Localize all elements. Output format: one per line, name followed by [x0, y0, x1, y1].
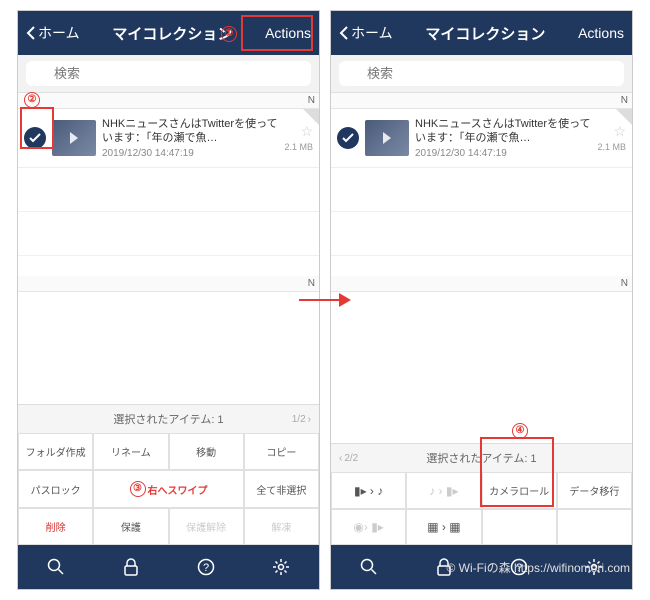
action-extract[interactable]: 解凍 — [244, 508, 319, 545]
star-icon[interactable]: ☆ — [613, 123, 626, 140]
content-list: N NHKニュースさんはTwitterを使っています：「年の瀬で魚… 2019/… — [331, 93, 632, 443]
video-thumbnail — [52, 120, 96, 156]
chevron-left-icon — [339, 26, 349, 40]
nav-settings-icon[interactable] — [584, 557, 604, 577]
item-date: 2019/12/30 14:47:19 — [415, 148, 591, 159]
search-bar — [18, 55, 319, 93]
checkbox-checked[interactable] — [337, 127, 359, 149]
nav-header: ホーム マイコレクション Actions — [18, 11, 319, 55]
action-empty — [482, 509, 557, 545]
action-rename[interactable]: リネーム — [93, 433, 168, 470]
check-icon — [29, 133, 41, 143]
nav-help-icon[interactable]: ? — [196, 557, 216, 577]
search-input[interactable] — [26, 61, 311, 86]
page-title: マイコレクション — [393, 23, 578, 44]
action-deselect-all[interactable]: 全て非選択 — [244, 470, 319, 508]
section-header: N — [331, 93, 632, 109]
actions-button[interactable]: Actions — [578, 25, 624, 41]
play-icon — [383, 132, 391, 144]
nav-settings-icon[interactable] — [271, 557, 291, 577]
nav-lock-icon[interactable] — [434, 557, 454, 577]
content-list: N ② NHKニュースさんはTwitterを使っています：「年の瀬で魚… 201… — [18, 93, 319, 404]
action-delete[interactable]: 削除 — [18, 508, 93, 545]
action-data-transfer[interactable]: データ移行 — [557, 472, 632, 509]
nav-lock-icon[interactable] — [121, 557, 141, 577]
svg-text:?: ? — [203, 562, 209, 574]
actions-button[interactable]: Actions — [265, 25, 311, 41]
search-bar — [331, 55, 632, 93]
corner-fold-icon — [303, 109, 319, 125]
nav-search-icon[interactable] — [46, 557, 66, 577]
pager[interactable]: 1/2› — [292, 414, 311, 425]
action-move[interactable]: 移動 — [169, 433, 244, 470]
action-swipe-label: ③右へスワイプ — [93, 470, 244, 508]
action-video-to-audio[interactable]: ▮▸ › ♪ — [331, 472, 406, 509]
back-button[interactable]: ホーム — [26, 23, 80, 43]
search-input[interactable] — [339, 61, 624, 86]
section-header-2: N — [331, 276, 632, 292]
action-panel: ‹2/2 選択されたアイテム: 1 ④ ▮▸ › ♪ ♪ › ▮▸ カメラロール… — [331, 443, 632, 545]
item-size: 2.1 MB — [597, 142, 626, 152]
action-grid-convert[interactable]: ▦ › ▦ — [406, 509, 481, 545]
phone-right: ホーム マイコレクション Actions N NHKニュ — [330, 10, 633, 590]
nav-header: ホーム マイコレクション Actions — [331, 11, 632, 55]
action-camera-to-video[interactable]: ◉› ▮▸ — [331, 509, 406, 545]
play-icon — [70, 132, 78, 144]
action-protect[interactable]: 保護 — [93, 508, 168, 545]
page-title: マイコレクション — [80, 23, 265, 44]
action-copy[interactable]: コピー — [244, 433, 319, 470]
section-header-2: N — [18, 276, 319, 292]
list-item[interactable]: NHKニュースさんはTwitterを使っています：「年の瀬で魚… 2019/12… — [331, 109, 632, 168]
item-size: 2.1 MB — [284, 142, 313, 152]
checkbox-checked[interactable] — [24, 127, 46, 149]
bottom-nav: ? — [331, 545, 632, 589]
nav-search-icon[interactable] — [359, 557, 379, 577]
action-passlock[interactable]: パスロック — [18, 470, 93, 508]
item-date: 2019/12/30 14:47:19 — [102, 148, 278, 159]
item-title: NHKニュースさんはTwitterを使っています：「年の瀬で魚… — [102, 117, 278, 146]
action-audio-to-video[interactable]: ♪ › ▮▸ — [406, 472, 481, 509]
phone-left: ホーム マイコレクション Actions ① N ② — [17, 10, 320, 590]
selection-header: 選択されたアイテム: 1 1/2› — [18, 405, 319, 433]
action-folder-create[interactable]: フォルダ作成 — [18, 433, 93, 470]
video-thumbnail — [365, 120, 409, 156]
selection-header: ‹2/2 選択されたアイテム: 1 — [331, 444, 632, 472]
list-item[interactable]: NHKニュースさんはTwitterを使っています：「年の瀬で魚… 2019/12… — [18, 109, 319, 168]
star-icon[interactable]: ☆ — [300, 123, 313, 140]
check-icon — [342, 133, 354, 143]
nav-help-icon[interactable]: ? — [509, 557, 529, 577]
corner-fold-icon — [616, 109, 632, 125]
action-empty — [557, 509, 632, 545]
action-camera-roll[interactable]: カメラロール — [482, 472, 557, 509]
svg-text:?: ? — [516, 562, 522, 574]
chevron-left-icon — [26, 26, 36, 40]
pager[interactable]: ‹2/2 — [339, 453, 358, 464]
item-title: NHKニュースさんはTwitterを使っています：「年の瀬で魚… — [415, 117, 591, 146]
back-button[interactable]: ホーム — [339, 23, 393, 43]
action-unprotect[interactable]: 保護解除 — [169, 508, 244, 545]
action-panel: 選択されたアイテム: 1 1/2› フォルダ作成 リネーム 移動 コピー パスロ… — [18, 404, 319, 545]
section-header: N — [18, 93, 319, 109]
bottom-nav: ? — [18, 545, 319, 589]
